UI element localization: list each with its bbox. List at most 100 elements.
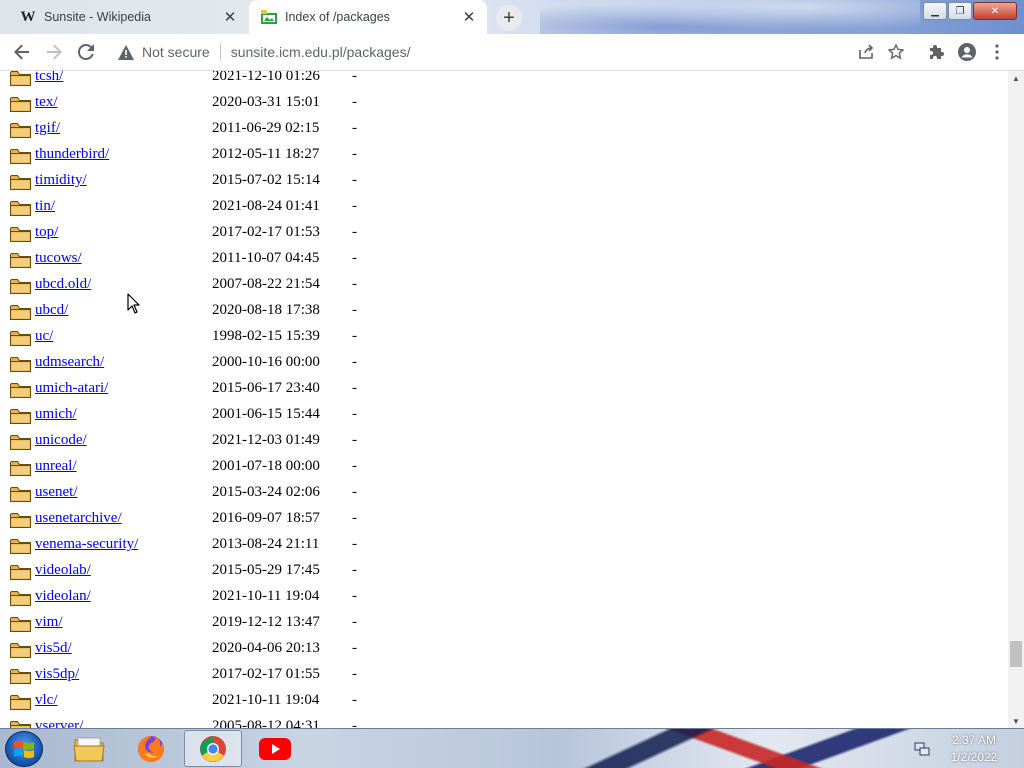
tab-wikipedia[interactable]: W Sunsite - Wikipedia ✕: [8, 0, 248, 34]
table-row: uc/1998-02-15 15:39 -: [0, 325, 600, 351]
new-tab-button[interactable]: +: [496, 5, 522, 31]
taskbar-youtube-button[interactable]: [246, 730, 304, 767]
folder-icon: [10, 695, 31, 710]
table-row: vserver/2005-08-12 04:31 -: [0, 715, 600, 728]
directory-listing: tcsh/2021-12-10 01:26- tex/2020-03-31 15:…: [0, 71, 1008, 728]
share-button[interactable]: [851, 38, 881, 66]
modified-date: 2021-10-11 19:04: [212, 588, 320, 604]
directory-link[interactable]: vlc/: [35, 692, 58, 709]
table-row: unreal/2001-07-18 00:00 -: [0, 455, 600, 481]
taskbar-firefox-button[interactable]: [122, 730, 180, 767]
arrow-right-icon: [47, 44, 62, 60]
network-icon[interactable]: [912, 739, 932, 759]
reload-icon: [78, 44, 94, 60]
directory-link[interactable]: top/: [35, 224, 58, 241]
directory-link[interactable]: unreal/: [35, 458, 77, 475]
bookmark-button[interactable]: [881, 38, 911, 66]
file-size: -: [352, 224, 357, 240]
system-tray: [912, 729, 932, 768]
table-row: videolan/2021-10-11 19:04 -: [0, 585, 600, 611]
address-bar[interactable]: Not secure sunsite.icm.edu.pl/packages/: [108, 38, 886, 66]
modified-date: 2001-06-15 15:44: [212, 406, 320, 422]
file-size: -: [352, 250, 357, 266]
directory-link[interactable]: vserver/: [35, 718, 83, 728]
table-row: tcsh/2021-12-10 01:26 -: [0, 71, 600, 91]
windows-taskbar: 2:37 AM 1/2/2022: [0, 728, 1024, 768]
scroll-up-arrow-icon[interactable]: ▲: [1008, 71, 1024, 85]
folder-icon: [10, 383, 31, 398]
back-button[interactable]: [7, 37, 37, 67]
menu-button[interactable]: [982, 38, 1012, 66]
folder-icon: [10, 409, 31, 424]
directory-link[interactable]: tcsh/: [35, 71, 63, 85]
modified-date: 2021-08-24 01:41: [212, 198, 320, 214]
modified-date: 2015-06-17 23:40: [212, 380, 320, 396]
directory-link[interactable]: udmsearch/: [35, 354, 104, 371]
directory-link[interactable]: vim/: [35, 614, 63, 631]
extensions-button[interactable]: [922, 38, 952, 66]
directory-link[interactable]: tucows/: [35, 250, 82, 267]
directory-link[interactable]: ubcd.old/: [35, 276, 91, 293]
vertical-scrollbar[interactable]: ▲ ▼: [1008, 71, 1024, 728]
mouse-cursor-icon: [127, 293, 140, 314]
directory-link[interactable]: umich-atari/: [35, 380, 108, 397]
file-size: -: [352, 666, 357, 682]
security-label[interactable]: Not secure: [142, 44, 210, 60]
warning-icon[interactable]: [118, 44, 134, 60]
directory-link[interactable]: uc/: [35, 328, 53, 345]
directory-link[interactable]: usenet/: [35, 484, 78, 501]
start-button[interactable]: [5, 731, 43, 767]
folder-explorer-icon: [73, 737, 105, 761]
directory-link[interactable]: usenetarchive/: [35, 510, 122, 527]
folder-icon: [10, 305, 31, 320]
forward-button[interactable]: [39, 37, 69, 67]
directory-link[interactable]: tgif/: [35, 120, 60, 137]
restore-icon: ❐: [955, 5, 965, 17]
file-size: -: [352, 510, 357, 526]
directory-link[interactable]: timidity/: [35, 172, 87, 189]
tab-index-packages[interactable]: Index of /packages ✕: [249, 0, 487, 34]
minimize-button[interactable]: ▁: [923, 2, 947, 20]
table-row: venema-security/2013-08-24 21:11 -: [0, 533, 600, 559]
table-row: vis5d/2020-04-06 20:13 -: [0, 637, 600, 663]
modified-date: 2015-03-24 02:06: [212, 484, 320, 500]
directory-link[interactable]: tex/: [35, 94, 58, 111]
folder-icon: [10, 435, 31, 450]
directory-link[interactable]: vis5d/: [35, 640, 72, 657]
close-tab-icon[interactable]: ✕: [459, 7, 479, 27]
table-row: ubcd.old/2007-08-22 21:54 -: [0, 273, 600, 299]
scrollbar-thumb[interactable]: [1010, 641, 1022, 667]
scroll-down-arrow-icon[interactable]: ▼: [1008, 714, 1024, 728]
plus-icon: +: [503, 6, 515, 29]
table-row: unicode/2021-12-03 01:49 -: [0, 429, 600, 455]
directory-link[interactable]: umich/: [35, 406, 77, 423]
modified-date: 2020-04-06 20:13: [212, 640, 320, 656]
close-window-button[interactable]: ✕: [973, 2, 1017, 20]
taskbar-clock[interactable]: 2:37 AM 1/2/2022: [934, 732, 1014, 766]
directory-link[interactable]: ubcd/: [35, 302, 68, 319]
file-size: -: [352, 536, 357, 552]
modified-date: 1998-02-15 15:39: [212, 328, 320, 344]
directory-link[interactable]: venema-security/: [35, 536, 138, 553]
share-icon: [859, 44, 874, 59]
folder-icon: [10, 461, 31, 476]
table-row: vim/2019-12-12 13:47 -: [0, 611, 600, 637]
directory-link[interactable]: videolab/: [35, 562, 91, 579]
file-size: -: [352, 328, 357, 344]
directory-link[interactable]: vis5dp/: [35, 666, 79, 683]
directory-link[interactable]: videolan/: [35, 588, 91, 605]
profile-button[interactable]: [952, 38, 982, 66]
close-tab-icon[interactable]: ✕: [220, 7, 240, 27]
url-text[interactable]: sunsite.icm.edu.pl/packages/: [231, 44, 411, 60]
directory-link[interactable]: unicode/: [35, 432, 87, 449]
omnibox-actions: [851, 38, 911, 66]
table-row: udmsearch/2000-10-16 00:00 -: [0, 351, 600, 377]
table-row: umich/2001-06-15 15:44 -: [0, 403, 600, 429]
reload-button[interactable]: [71, 37, 101, 67]
taskbar-explorer-button[interactable]: [60, 730, 118, 767]
taskbar-chrome-button[interactable]: [184, 730, 242, 767]
directory-link[interactable]: tin/: [35, 198, 55, 215]
restore-button[interactable]: ❐: [948, 2, 972, 20]
wikipedia-icon: W: [20, 8, 36, 25]
directory-link[interactable]: thunderbird/: [35, 146, 109, 163]
